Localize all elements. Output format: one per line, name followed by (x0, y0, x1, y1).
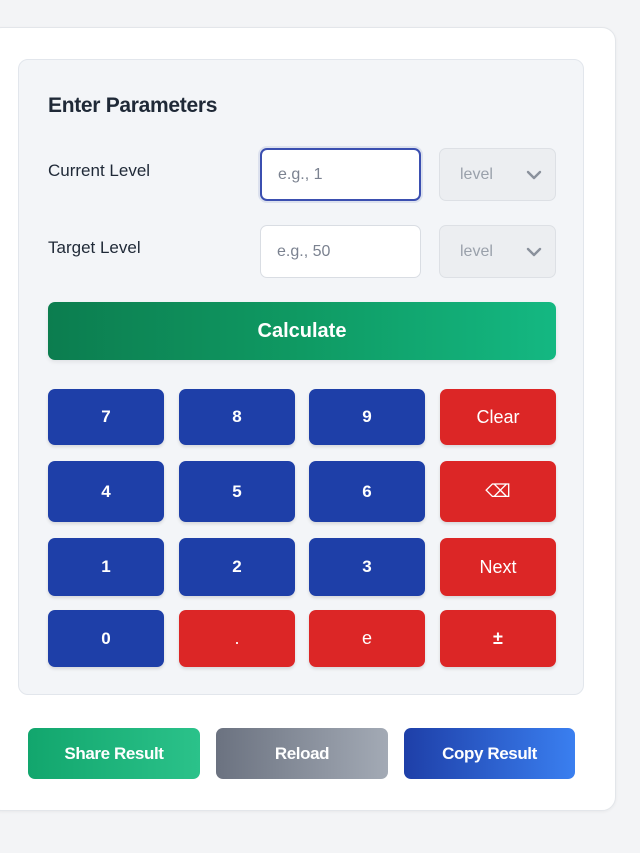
target-level-unit-value: level (460, 242, 493, 260)
key-5[interactable]: 5 (179, 461, 295, 522)
key-2[interactable]: 2 (179, 538, 295, 596)
plus-minus-key[interactable]: ± (440, 610, 556, 667)
current-level-unit-value: level (460, 165, 493, 183)
key-4[interactable]: 4 (48, 461, 164, 522)
copy-result-button[interactable]: Copy Result (404, 728, 575, 779)
current-level-label: Current Level (48, 161, 151, 180)
key-6[interactable]: 6 (309, 461, 425, 522)
backspace-button[interactable]: ⌫ (440, 461, 556, 522)
exponent-key[interactable]: e (309, 610, 425, 667)
current-level-unit-select[interactable]: level (439, 148, 556, 201)
key-3[interactable]: 3 (309, 538, 425, 596)
backspace-icon: ⌫ (485, 481, 511, 501)
key-8[interactable]: 8 (179, 389, 295, 445)
calculate-button[interactable]: Calculate (48, 302, 556, 360)
target-level-unit-select[interactable]: level (439, 225, 556, 278)
section-title: Enter Parameters (48, 94, 218, 117)
target-level-input[interactable] (260, 225, 421, 278)
reload-button[interactable]: Reload (216, 728, 388, 779)
target-level-label: Target Level (48, 238, 141, 257)
decimal-key[interactable]: . (179, 610, 295, 667)
chevron-down-icon (526, 247, 542, 257)
share-result-button[interactable]: Share Result (28, 728, 200, 779)
key-9[interactable]: 9 (309, 389, 425, 445)
next-button[interactable]: Next (440, 538, 556, 596)
key-0[interactable]: 0 (48, 610, 164, 667)
chevron-down-icon (526, 170, 542, 180)
clear-button[interactable]: Clear (440, 389, 556, 445)
key-1[interactable]: 1 (48, 538, 164, 596)
current-level-input[interactable] (260, 148, 421, 201)
key-7[interactable]: 7 (48, 389, 164, 445)
